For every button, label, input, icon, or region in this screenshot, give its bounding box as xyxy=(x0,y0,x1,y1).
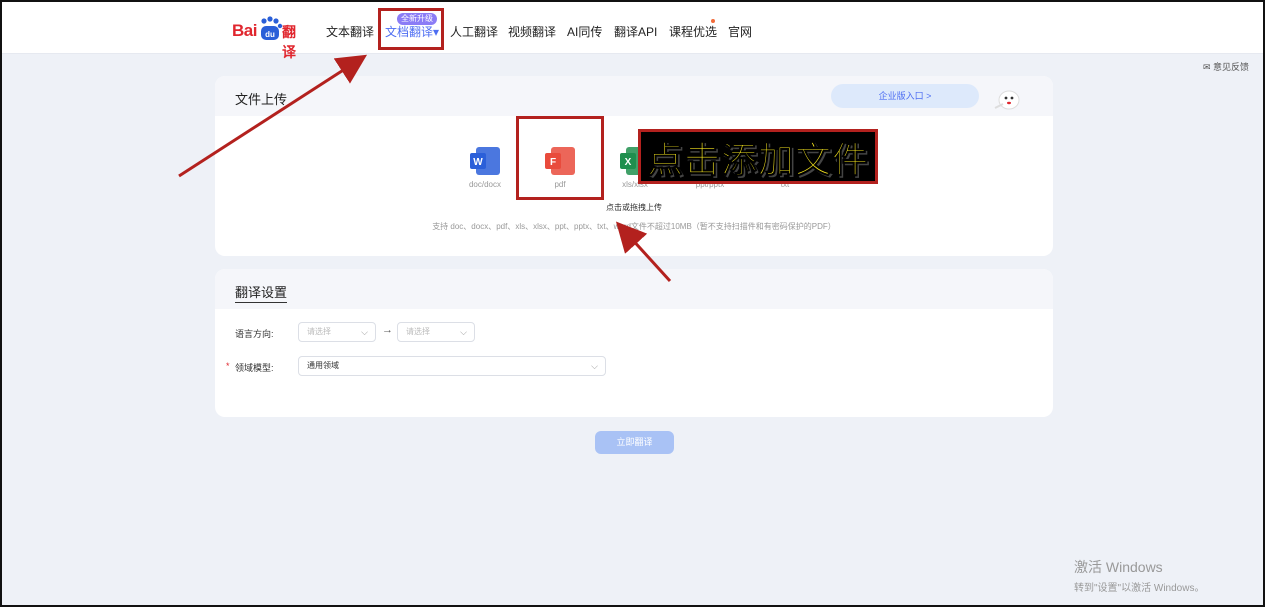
paw-icon: du xyxy=(261,16,283,40)
settings-card-header: 翻译设置 xyxy=(215,269,1053,309)
upload-tip[interactable]: 点击或拖拽上传 xyxy=(215,202,1053,213)
annotation-box-doc-translate xyxy=(378,8,444,50)
enterprise-entry-button[interactable]: 企业版入口 > xyxy=(831,84,979,108)
nav-translate-api[interactable]: 翻译API xyxy=(614,23,657,40)
nav-text-translate[interactable]: 文本翻译 xyxy=(326,23,374,40)
upload-card-title: 文件上传 xyxy=(235,92,288,107)
source-language-placeholder: 请选择 xyxy=(307,327,331,336)
domain-model-label: 领域模型: xyxy=(235,363,274,373)
top-navbar: Bai du 翻译 文本翻译 文档翻译▾ 全新升级 人工翻译 视频翻译 AI同传… xyxy=(2,2,1263,60)
nav-courses[interactable]: 课程优选 xyxy=(669,23,717,40)
logo-text: Bai xyxy=(232,21,257,40)
target-language-select[interactable]: 请选择 ⌵ xyxy=(397,322,475,342)
word-icon: W xyxy=(468,146,502,176)
watermark-line2: 转到"设置"以激活 Windows。 xyxy=(1074,583,1205,594)
nav-official-site[interactable]: 官网 xyxy=(728,23,752,40)
notification-dot xyxy=(711,19,715,23)
mascot-icon xyxy=(994,90,1020,110)
chevron-down-icon: ⌵ xyxy=(361,327,368,337)
annotation-callout-text: 点击添加文件 xyxy=(646,139,869,181)
annotation-box-pdf xyxy=(516,116,604,200)
target-language-placeholder: 请选择 xyxy=(406,327,430,336)
svg-text:du: du xyxy=(265,30,275,39)
baidu-translate-logo[interactable]: Bai du 翻译 xyxy=(232,16,308,60)
language-direction-label: 语言方向: xyxy=(235,329,274,339)
translate-now-button[interactable]: 立即翻译 xyxy=(595,431,674,454)
required-mark: * xyxy=(226,361,230,371)
supported-formats-text: 支持 doc、docx、pdf、xls、xlsx、ppt、pptx、txt、wo… xyxy=(432,222,836,231)
annotation-callout: 点击添加文件 xyxy=(638,129,878,184)
nav-video-translate[interactable]: 视频翻译 xyxy=(508,23,556,40)
domain-model-value: 通用领域 xyxy=(307,361,339,370)
upload-card-header: 文件上传 企业版入口 > xyxy=(215,76,1053,116)
file-upload-card: 文件上传 企业版入口 > Wdoc/docxFpdfXxls/xlsxPppt/… xyxy=(215,76,1053,256)
nav-human-translate[interactable]: 人工翻译 xyxy=(450,23,498,40)
domain-model-select[interactable]: 通用领域 ⌵ xyxy=(298,356,606,376)
feedback-link[interactable]: ✉ 意见反馈 xyxy=(1203,60,1249,73)
source-language-select[interactable]: 请选择 ⌵ xyxy=(298,322,376,342)
nav-ai-interpret[interactable]: AI同传 xyxy=(567,23,602,40)
file-type-doc[interactable]: Wdoc/docx xyxy=(455,146,515,189)
chevron-down-icon: ⌵ xyxy=(591,361,598,371)
svg-text:W: W xyxy=(473,157,483,168)
logo-fanyi: 翻译 xyxy=(282,24,296,60)
settings-card-title: 翻译设置 xyxy=(235,282,288,303)
file-type-label: doc/docx xyxy=(468,180,502,189)
svg-text:X: X xyxy=(625,157,632,168)
direction-arrow-icon: → xyxy=(382,324,393,336)
windows-activation-watermark: 激活 Windows 转到"设置"以激活 Windows。 xyxy=(1074,557,1204,594)
translate-settings-card: 翻译设置 语言方向: 请选择 ⌵ → 请选择 ⌵ * 领域模型: 通用领域 ⌵ xyxy=(215,269,1053,417)
watermark-line1: 激活 Windows xyxy=(1074,559,1163,575)
chevron-down-icon: ⌵ xyxy=(460,327,467,337)
